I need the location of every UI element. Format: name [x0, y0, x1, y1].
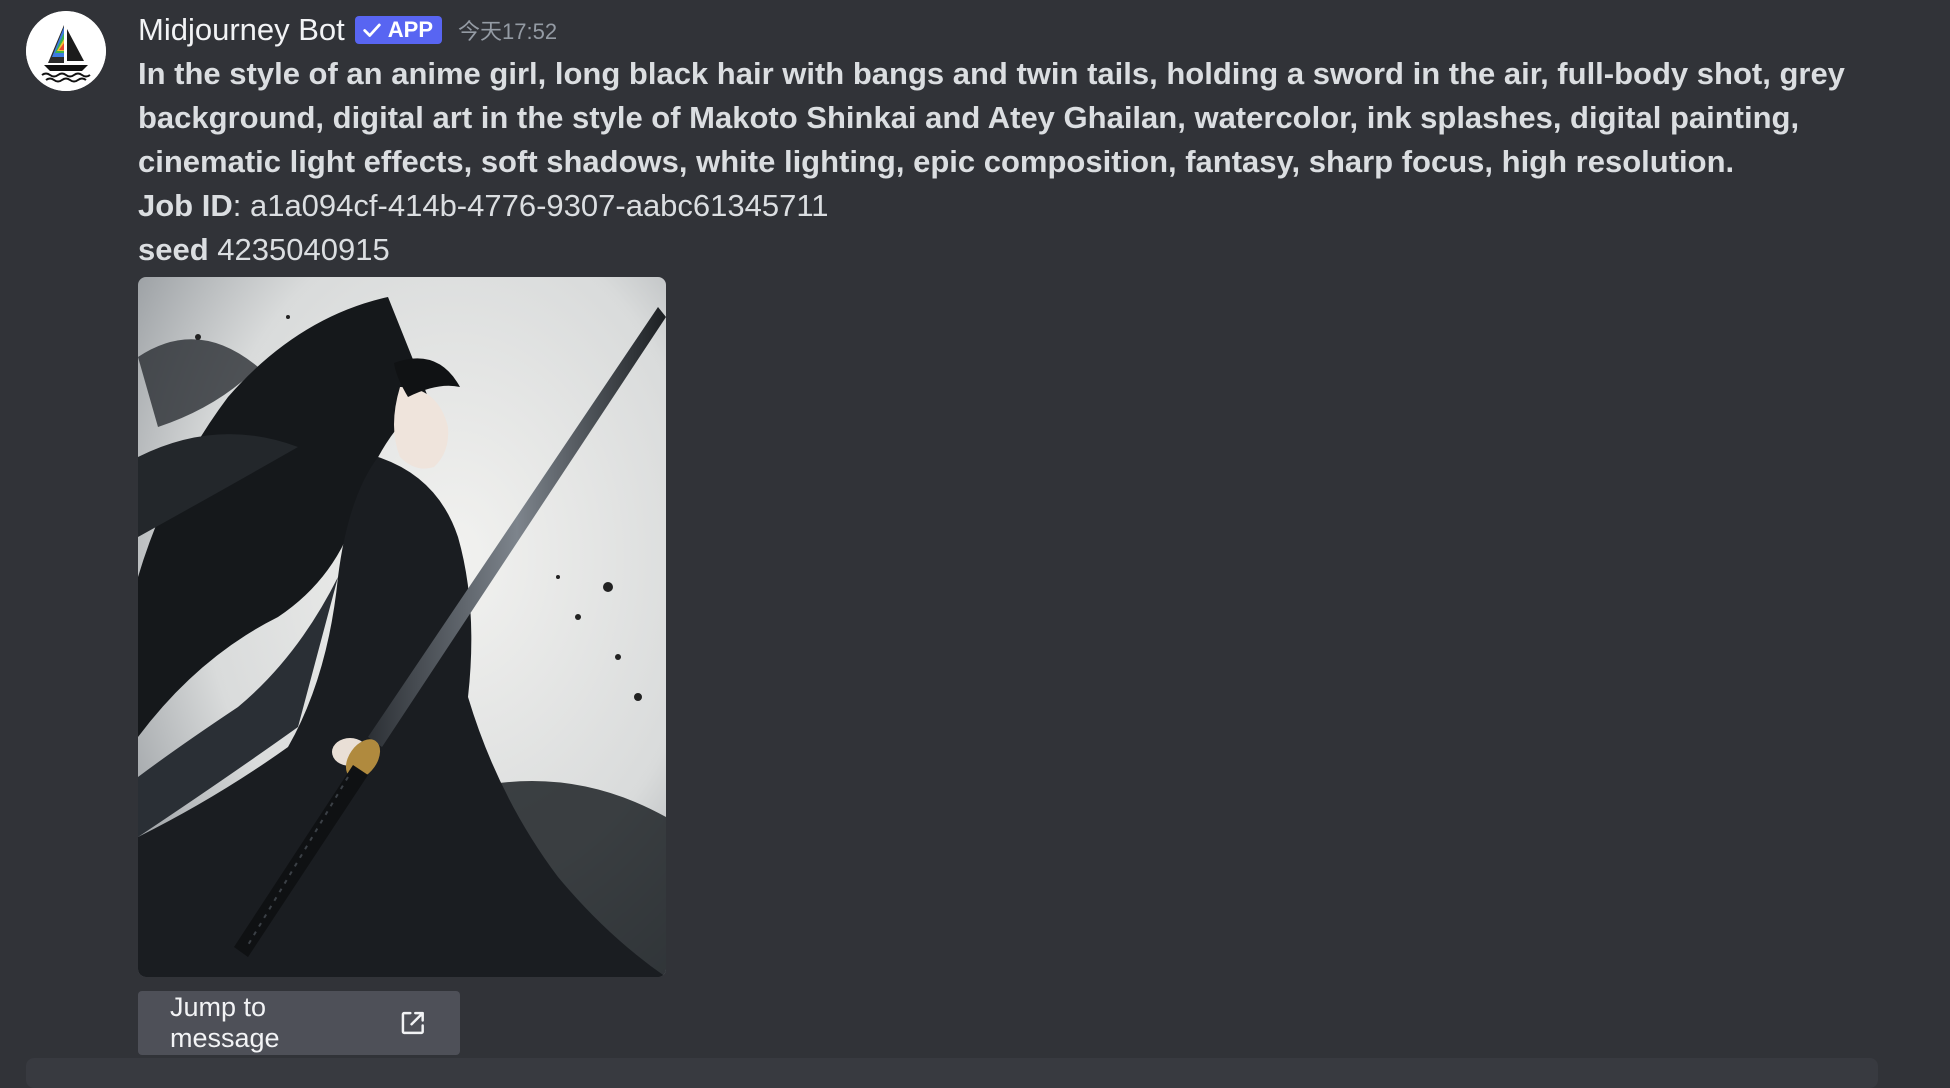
seed-line: seed 4235040915: [138, 228, 1898, 272]
message-timestamp[interactable]: 今天17:52: [458, 6, 557, 54]
message-content: Midjourney Bot APP 今天17:52 In the style …: [138, 8, 1898, 1055]
app-badge: APP: [354, 16, 443, 44]
job-id-value: : a1a094cf-414b-4776-9307-aabc61345711: [232, 188, 829, 223]
midjourney-bot-avatar[interactable]: [26, 11, 106, 91]
generated-image-attachment[interactable]: [138, 277, 666, 977]
check-icon: [363, 23, 381, 37]
app-badge-label: APP: [387, 17, 434, 42]
generated-image: [138, 277, 666, 977]
prompt-text: In the style of an anime girl, long blac…: [138, 56, 1845, 179]
message-header: Midjourney Bot APP 今天17:52: [138, 8, 1898, 52]
job-id-label: Job ID: [138, 188, 233, 223]
external-link-icon: [402, 1011, 425, 1035]
author-name[interactable]: Midjourney Bot: [138, 8, 345, 52]
seed-label: seed: [138, 232, 209, 267]
seed-value: 4235040915: [208, 232, 390, 267]
chat-message: Midjourney Bot APP 今天17:52 In the style …: [0, 0, 1950, 1088]
jump-to-message-label: Jump to message: [170, 992, 280, 1053]
job-id-line: Job ID: a1a094cf-414b-4776-9307-aabc6134…: [138, 184, 1898, 228]
message-input-bar[interactable]: [26, 1058, 1878, 1088]
sailboat-logo-icon: [26, 11, 106, 91]
jump-to-message-button[interactable]: Jump to message: [138, 991, 460, 1055]
